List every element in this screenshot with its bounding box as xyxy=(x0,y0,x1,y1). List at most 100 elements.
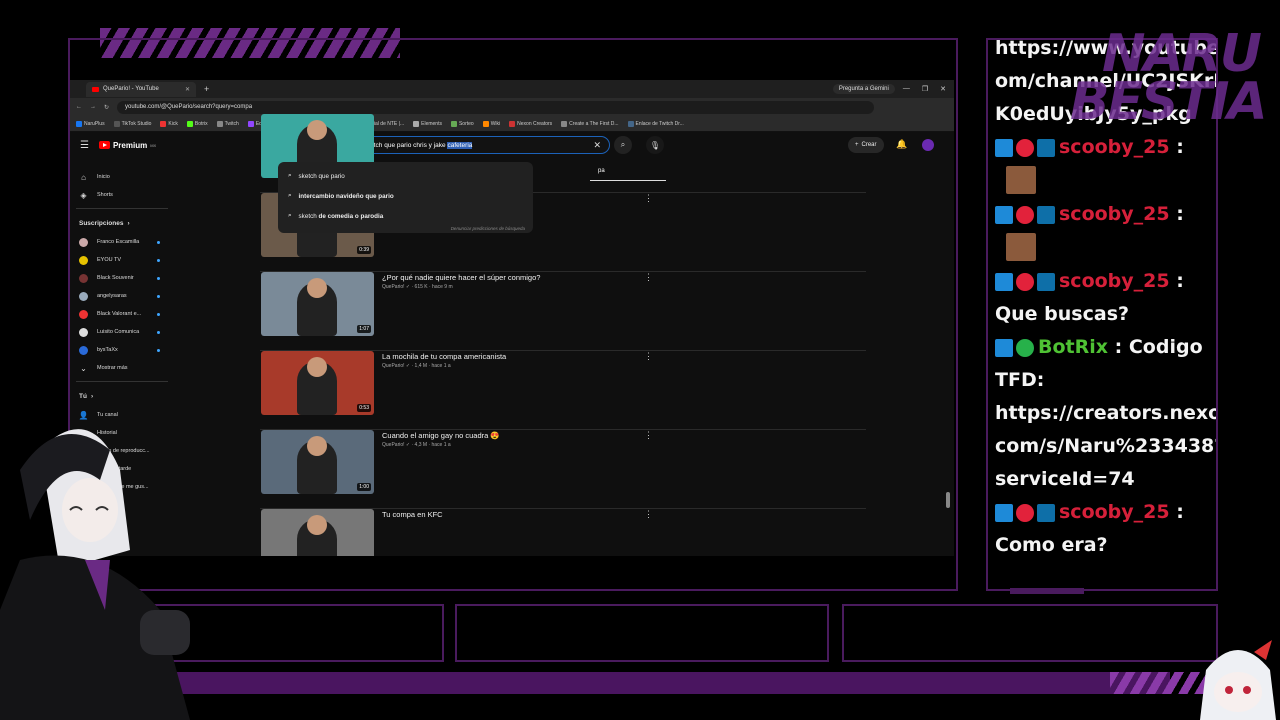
sidebar-channel[interactable]: Luisito Comunica xyxy=(70,323,174,341)
bookmark-item[interactable]: NaruPlus xyxy=(76,120,105,127)
new-content-dot xyxy=(157,294,160,298)
suggestion-text: sketch xyxy=(298,212,319,220)
more-options-icon[interactable]: ⋮ xyxy=(644,509,653,520)
back-icon[interactable]: ← xyxy=(76,104,82,110)
overlay-bottom-box xyxy=(455,604,829,662)
video-duration: 1:07 xyxy=(357,325,371,333)
video-row[interactable]: 1:00 Cuando el amigo gay no cuadra 😍 QuePa… xyxy=(260,430,866,509)
more-options-icon[interactable]: ⋮ xyxy=(644,272,653,283)
sidebar-channel[interactable]: bysTaXx xyxy=(70,341,174,359)
bookmark-item[interactable]: Botrix xyxy=(186,120,208,127)
forward-icon[interactable]: → xyxy=(90,104,96,110)
video-title[interactable]: Cuando el amigo gay no cuadra 😍 xyxy=(382,431,500,440)
mascot-avatar-right xyxy=(1200,640,1276,720)
sidebar-show-more[interactable]: ⌄ Mostrar más xyxy=(70,359,174,377)
sidebar-item-label: Inicio xyxy=(97,174,110,180)
search-suggestions: ⌕ sketch que pario ⌕ intercambio navideño q… xyxy=(278,162,533,233)
notifications-bell-icon[interactable]: 🔔 xyxy=(896,139,907,150)
sidebar-channel[interactable]: Franco Escamilla xyxy=(70,233,174,251)
bookmark-item[interactable]: TikTok Studio xyxy=(113,120,152,127)
bookmark-label: Botrix xyxy=(194,120,208,127)
video-duration: 0:39 xyxy=(357,246,371,254)
more-options-icon[interactable]: ⋮ xyxy=(644,351,653,362)
video-title[interactable]: La mochila de tu compa americanista xyxy=(382,352,506,361)
browser-tab[interactable]: QuePario! - YouTube ✕ xyxy=(86,81,196,97)
moderator-badge-icon xyxy=(995,138,1013,157)
channel-name: EYOU TV xyxy=(97,257,122,263)
moderator-badge-icon xyxy=(995,272,1013,291)
scrollbar-thumb[interactable] xyxy=(946,492,950,508)
more-options-icon[interactable]: ⋮ xyxy=(644,193,653,204)
gemini-button[interactable]: Pregunta a Gemini xyxy=(832,84,895,94)
video-row[interactable]: Tu compa en KFC ⋮ xyxy=(260,509,866,556)
youtube-play-icon xyxy=(98,141,110,149)
you-label: Tú xyxy=(79,392,87,400)
video-row[interactable]: 1:07 ¿Por qué nadie quiere hacer el súper… xyxy=(260,272,866,351)
url-text: youtube.com/@QuePario/search?query=compa xyxy=(125,104,253,110)
maximize-icon[interactable]: ❐ xyxy=(922,85,928,93)
report-predictions-link[interactable]: Denunciar predicciones de búsqueda xyxy=(451,226,525,231)
overlay-stripes-bottom xyxy=(70,672,1230,694)
sidebar-channel[interactable]: angelysaras xyxy=(70,287,174,305)
close-icon[interactable]: ✕ xyxy=(185,86,190,93)
chat-text: Como era? xyxy=(995,534,1108,556)
you-heading[interactable]: Tú › xyxy=(70,386,174,406)
search-suggestion[interactable]: ⌕ sketch de comedia o parodia xyxy=(278,206,533,226)
founder-badge-icon xyxy=(1016,272,1034,291)
video-meta: QuePario! ✓ · 4,3 M · hace 1 a xyxy=(382,442,451,448)
youtube-logo[interactable]: Premium MX xyxy=(98,141,157,150)
chat-username[interactable]: scooby_25 xyxy=(1059,203,1170,225)
channel-name: bysTaXx xyxy=(97,347,118,353)
sidebar-channel[interactable]: Black Souvenir xyxy=(70,269,174,287)
bookmark-item[interactable]: Kick xyxy=(160,120,178,127)
streamer-brand-logo: NARU BESTIA xyxy=(1070,24,1268,132)
video-thumbnail[interactable] xyxy=(261,509,374,556)
bookmark-label: Kick xyxy=(168,120,178,127)
bookmark-item[interactable]: Twitch xyxy=(216,120,239,127)
logo-country: MX xyxy=(150,142,157,148)
reload-icon[interactable]: ↻ xyxy=(104,104,109,111)
channel-name: Luisito Comunica xyxy=(97,329,140,335)
video-title[interactable]: Tu compa en KFC xyxy=(382,510,443,519)
chat-emote xyxy=(1006,233,1036,261)
user-badges xyxy=(995,503,1055,522)
video-thumbnail[interactable]: 1:07 xyxy=(261,272,374,336)
founder-badge-icon xyxy=(1016,205,1034,224)
sidebar-channel[interactable]: EYOU TV xyxy=(70,251,174,269)
video-row[interactable]: 0:53 La mochila de tu compa americanista Q… xyxy=(260,351,866,430)
close-window-icon[interactable]: ✕ xyxy=(940,85,946,93)
shorts-icon: ◈ xyxy=(80,190,87,200)
new-tab-button[interactable]: + xyxy=(204,84,209,94)
chat-separator: : xyxy=(1169,270,1184,292)
minimize-icon[interactable]: — xyxy=(903,85,910,93)
sidebar-item-shorts[interactable]: ◈ Shorts xyxy=(70,186,174,204)
bookmark-label: TikTok Studio xyxy=(121,120,152,127)
chat-emote xyxy=(1006,166,1036,194)
chat-username[interactable]: scooby_25 xyxy=(1059,270,1170,292)
chat-username[interactable]: BotRix xyxy=(1038,336,1108,358)
subscriptions-list: Franco Escamilla EYOU TV Black Souvenir ang… xyxy=(70,233,174,359)
account-avatar[interactable] xyxy=(922,139,934,151)
founder-badge-icon xyxy=(1016,138,1034,157)
search-suggestion[interactable]: ⌕ intercambio navideño que pario xyxy=(278,186,533,206)
browser-window: QuePario! - YouTube ✕ + Pregunta a Gemin… xyxy=(70,80,954,556)
more-options-icon[interactable]: ⋮ xyxy=(644,430,653,441)
subscriptions-heading[interactable]: Suscripciones › xyxy=(70,213,174,233)
video-thumbnail[interactable]: 0:53 xyxy=(261,351,374,415)
chat-username[interactable]: scooby_25 xyxy=(1059,136,1170,158)
chevron-down-icon: ⌄ xyxy=(80,363,87,373)
menu-icon[interactable]: ☰ xyxy=(80,140,89,151)
video-thumbnail[interactable]: 1:00 xyxy=(261,430,374,494)
search-suggestion[interactable]: ⌕ sketch que pario xyxy=(278,166,533,186)
chat-username[interactable]: scooby_25 xyxy=(1059,501,1170,523)
chat-separator: : Codigo xyxy=(1108,336,1203,358)
sidebar-divider xyxy=(76,208,168,209)
sidebar-channel[interactable]: Black Valorant e... xyxy=(70,305,174,323)
video-title[interactable]: ¿Por qué nadie quiere hacer el súper con… xyxy=(382,273,540,282)
new-content-dot xyxy=(157,330,160,334)
sidebar-divider xyxy=(76,381,168,382)
sidebar-item-home[interactable]: ⌂ Inicio xyxy=(70,168,174,186)
channel-avatar xyxy=(79,327,88,337)
window-controls: — ❐ ✕ xyxy=(903,85,946,93)
url-field[interactable]: youtube.com/@QuePario/search?query=compa xyxy=(117,100,874,114)
